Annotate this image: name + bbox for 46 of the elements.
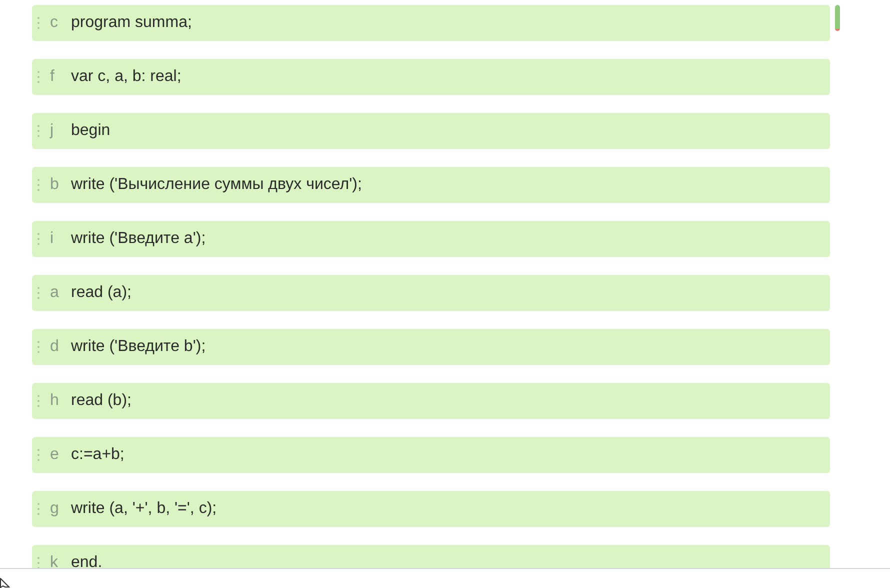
line-letter: b [50,175,60,195]
code-line-card[interactable]: i write ('Введите a'); [32,221,830,257]
code-line-card[interactable]: e c:=a+b; [32,437,830,473]
line-letter: j [50,121,55,141]
drag-handle-icon[interactable] [37,556,40,568]
line-letter: g [50,499,60,519]
code-line-card[interactable]: c program summa; [32,5,830,41]
drag-handle-icon[interactable] [37,394,40,408]
line-letter: e [50,445,60,465]
code-text: write ('Введите a'); [71,229,206,249]
line-letter: f [50,67,56,87]
drag-handle-icon[interactable] [37,502,40,516]
code-text: write ('Введите b'); [71,337,206,357]
drag-handle-icon[interactable] [37,178,40,192]
drag-handle-icon[interactable] [37,448,40,462]
code-text: program summa; [71,13,192,33]
code-text: read (a); [71,283,132,303]
code-text: end. [71,553,102,568]
code-text: var c, a, b: real; [71,67,182,87]
scrollbar-thumb[interactable] [835,5,840,31]
line-letter: h [50,391,60,411]
code-line-card[interactable]: k end. [32,545,830,568]
drag-handle-icon[interactable] [37,232,40,246]
line-letter: d [50,337,60,357]
code-text: read (b); [71,391,132,411]
code-line-card[interactable]: b write ('Вычисление суммы двух чисел'); [32,167,830,203]
code-text: write (a, '+', b, '=', c); [71,499,217,519]
drag-handle-icon[interactable] [37,286,40,300]
code-line-card[interactable]: g write (a, '+', b, '=', c); [32,491,830,527]
drag-handle-icon[interactable] [37,340,40,354]
code-line-card[interactable]: a read (a); [32,275,830,311]
line-letter: k [50,553,59,568]
code-text: write ('Вычисление суммы двух чисел'); [71,175,362,195]
code-line-card[interactable]: h read (b); [32,383,830,419]
line-letter: c [50,13,59,33]
code-text: c:=a+b; [71,445,124,465]
drag-handle-icon[interactable] [37,124,40,138]
line-letter: i [50,229,55,249]
code-line-card[interactable]: j begin [32,113,830,149]
drag-handle-icon[interactable] [37,70,40,84]
cursor-icon [0,578,10,588]
line-letter: a [50,283,60,303]
drag-handle-icon[interactable] [37,16,40,30]
code-line-card[interactable]: f var c, a, b: real; [32,59,830,95]
code-line-card[interactable]: d write ('Введите b'); [32,329,830,365]
code-text: begin [71,121,110,141]
